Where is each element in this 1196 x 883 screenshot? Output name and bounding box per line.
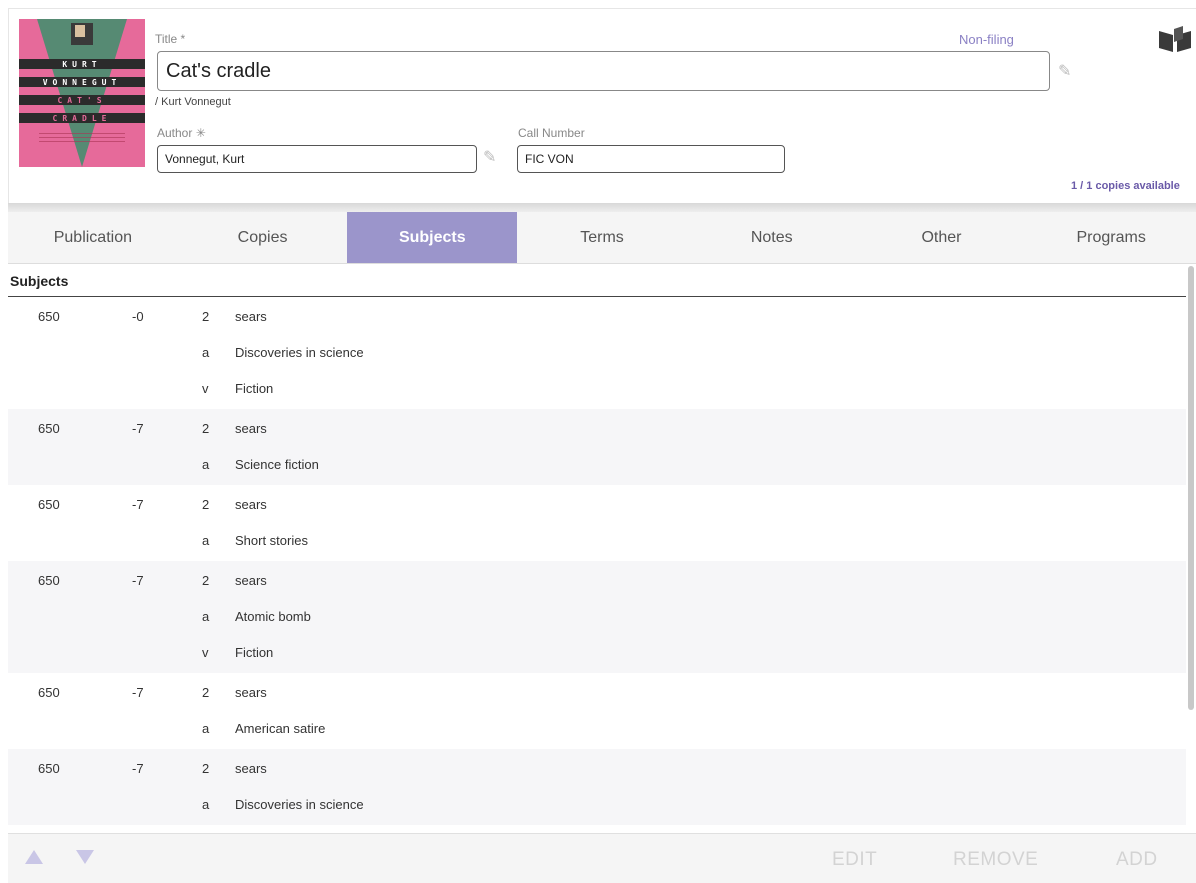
arrow-down-icon[interactable] [76,850,94,864]
subfield-row: 650 -7 2 sears [8,485,1186,521]
cover-text-line4: CRADLE [52,114,112,123]
subfield-value: sears [235,573,267,588]
arrow-up-icon[interactable] [25,850,43,864]
marc-tag: 650 [38,309,60,324]
subfield-value: Discoveries in science [235,797,364,812]
subfield-row: a Science fiction [8,445,1186,481]
subject-entry[interactable]: 650 -7 2 sears a Short stories [8,485,1186,561]
book-cover-image: KURT VONNEGUT CAT'S CRADLE [19,19,145,167]
pencil-icon[interactable]: ✎ [483,147,496,167]
open-book-icon[interactable] [1157,25,1193,53]
subject-entry[interactable]: 650 -7 2 sears a Science fiction [8,409,1186,485]
marc-tag: 650 [38,497,60,512]
tab-other[interactable]: Other [857,212,1027,263]
subfield-row: a Short stories [8,521,1186,557]
subfield-row: a American satire [8,709,1186,745]
subject-entry[interactable]: 650 -0 2 sears a Discoveries in science … [8,297,1186,409]
tab-subjects[interactable]: Subjects [347,212,518,263]
subfield-row: a Atomic bomb [8,597,1186,633]
subfield-code: a [202,457,210,472]
subfield-row: v Fiction [8,633,1186,669]
marc-indicators: -7 [132,497,144,512]
call-number-label: Call Number [518,126,585,140]
pencil-icon[interactable]: ✎ [1058,61,1071,81]
subfield-value: sears [235,685,267,700]
edit-button[interactable]: EDIT [832,849,877,871]
marc-indicators: -7 [132,685,144,700]
subfield-row: 650 -0 2 sears [8,297,1186,333]
marc-tag: 650 [38,421,60,436]
copies-available: 1 / 1 copies available [1071,180,1180,192]
byline: / Kurt Vonnegut [155,96,231,108]
subfield-value: sears [235,309,267,324]
subfield-code: 2 [202,421,210,436]
tab-programs[interactable]: Programs [1026,212,1196,263]
subfield-value: Atomic bomb [235,609,311,624]
marc-indicators: -7 [132,421,144,436]
subfield-row: 650 -7 2 sears [8,673,1186,709]
subject-entry[interactable]: 650 -7 2 sears a American satire [8,673,1186,749]
add-button[interactable]: ADD [1116,849,1158,871]
cover-text-line3: CAT'S [57,96,107,105]
subfield-value: Discoveries in science [235,345,364,360]
marc-indicators: -0 [132,309,144,324]
subfield-row: 650 -7 2 sears [8,561,1186,597]
subfield-code: 2 [202,761,210,776]
action-footer: EDIT REMOVE ADD [8,833,1196,883]
subfield-code: 2 [202,497,210,512]
subfield-code: a [202,533,210,548]
marc-tag: 650 [38,573,60,588]
cover-text-line2: VONNEGUT [42,78,122,87]
tab-publication[interactable]: Publication [8,212,178,263]
marc-indicators: -7 [132,573,144,588]
author-field[interactable]: Vonnegut, Kurt [157,145,477,173]
marc-tag: 650 [38,685,60,700]
subject-entry[interactable]: 650 -7 2 sears a Discoveries in science [8,749,1186,825]
subfield-row: 650 -7 2 sears [8,749,1186,785]
marc-indicators: -7 [132,761,144,776]
tab-terms[interactable]: Terms [517,212,687,263]
record-header: KURT VONNEGUT CAT'S CRADLE Title * Cat's… [8,8,1196,206]
list-scrollbar[interactable] [1188,266,1194,710]
subfield-value: Fiction [235,381,274,396]
subfield-code: v [202,381,209,396]
marc-tag: 650 [38,761,60,776]
subfield-value: sears [235,761,267,776]
subfield-value: Short stories [235,533,308,548]
subfield-code: 2 [202,573,210,588]
remove-button[interactable]: REMOVE [953,849,1038,871]
record-tabs: Publication Copies Subjects Terms Notes … [8,212,1196,264]
subfield-row: a Discoveries in science [8,785,1186,821]
subfield-code: a [202,345,210,360]
cover-text-line1: KURT [62,60,102,69]
subfield-code: v [202,645,209,660]
subfield-code: a [202,797,210,812]
subfield-code: a [202,721,210,736]
subfield-code: 2 [202,685,210,700]
subfield-row: v Fiction [8,369,1186,405]
subfield-row: 650 -7 2 sears [8,409,1186,445]
subfield-code: 2 [202,309,210,324]
subfield-value: sears [235,497,267,512]
subjects-header: Subjects [8,264,1186,297]
subject-entry[interactable]: 650 -7 2 sears a Atomic bomb v Fiction [8,561,1186,673]
subfield-value: sears [235,421,267,436]
subfield-value: Fiction [235,645,274,660]
title-label: Title * [155,32,186,46]
subfield-value: American satire [235,721,326,736]
non-filing-link[interactable]: Non-filing [959,32,1014,47]
subfield-value: Science fiction [235,457,319,472]
subfield-row: a Discoveries in science [8,333,1186,369]
title-field[interactable]: Cat's cradle [157,51,1050,91]
subjects-list: Subjects 650 -0 2 sears a Discoveries in… [8,264,1186,834]
tab-copies[interactable]: Copies [178,212,348,263]
call-number-field[interactable]: FIC VON [517,145,785,173]
author-label: Author ✳ [157,126,206,140]
subfield-code: a [202,609,210,624]
tab-notes[interactable]: Notes [687,212,857,263]
